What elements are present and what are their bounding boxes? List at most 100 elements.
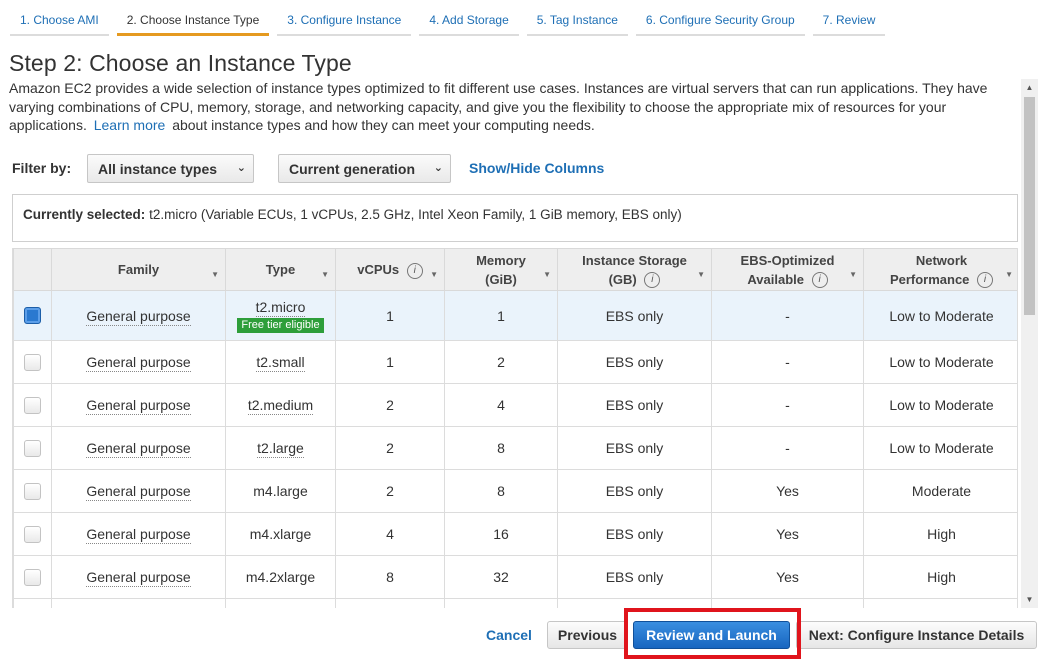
- storage-cell: EBS only: [557, 290, 712, 341]
- highlight-annotation-box: [624, 608, 801, 659]
- row-checkbox[interactable]: [24, 525, 41, 543]
- info-icon[interactable]: i: [406, 262, 423, 279]
- tab-choose-ami[interactable]: 1. Choose AMI: [10, 8, 109, 36]
- row-checkbox[interactable]: [24, 353, 41, 371]
- family-cell: General purpose: [51, 469, 226, 513]
- table-row[interactable]: General purpose t2.large 2 8 EBS only - …: [13, 426, 1017, 470]
- show-hide-columns-link[interactable]: Show/Hide Columns: [469, 160, 604, 176]
- header-ebs-label: EBS-Optimized: [740, 252, 835, 268]
- storage-cell: EBS only: [557, 469, 712, 513]
- vcpus-cell: 1: [335, 290, 445, 341]
- storage-cell: EBS only: [557, 426, 712, 470]
- table-row-partial[interactable]: [13, 598, 1017, 608]
- row-checkbox[interactable]: [24, 439, 41, 457]
- network-cell: Low to Moderate: [863, 383, 1017, 427]
- memory-cell: 32: [444, 555, 558, 599]
- ebs-cell: Yes: [711, 555, 864, 599]
- vcpus-cell: 1: [335, 340, 445, 384]
- storage-cell: EBS only: [557, 555, 712, 599]
- header-vcpus[interactable]: vCPUs i ▼: [335, 248, 445, 291]
- generation-select[interactable]: Current generation ⌄: [278, 153, 451, 183]
- tab-review[interactable]: 7. Review: [812, 8, 886, 36]
- network-cell: Moderate: [863, 469, 1017, 513]
- header-family-label: Family: [117, 262, 160, 277]
- page-description: Amazon EC2 provides a wide selection of …: [9, 79, 1019, 135]
- instance-types-select[interactable]: All instance types ⌄: [87, 153, 254, 183]
- header-instance-storage[interactable]: Instance Storage (GB) i ▼: [557, 248, 712, 291]
- row-checkbox[interactable]: [24, 482, 41, 500]
- header-memory[interactable]: Memory (GiB) ▼: [444, 248, 558, 291]
- family-cell: General purpose: [51, 340, 226, 384]
- tab-add-storage[interactable]: 4. Add Storage: [419, 8, 519, 36]
- type-value: m4.large: [253, 483, 308, 499]
- sort-caret-icon: ▼: [543, 270, 551, 279]
- cancel-link[interactable]: Cancel: [486, 627, 532, 643]
- storage-cell: EBS only: [557, 512, 712, 556]
- network-cell: Low to Moderate: [863, 290, 1017, 341]
- sort-caret-icon: ▼: [1005, 270, 1013, 279]
- family-value: General purpose: [86, 397, 191, 415]
- table-row[interactable]: General purpose t2.small 1 2 EBS only - …: [13, 340, 1017, 384]
- table-row[interactable]: General purpose t2.medium 2 4 EBS only -…: [13, 383, 1017, 427]
- scroll-up-arrow-icon[interactable]: ▲: [1021, 79, 1038, 96]
- type-cell: t2.large: [225, 426, 336, 470]
- description-text-end: about instance types and how they can me…: [172, 117, 595, 133]
- family-cell: General purpose: [51, 290, 226, 341]
- tab-choose-instance-type[interactable]: 2. Choose Instance Type: [116, 8, 270, 36]
- sort-caret-icon: ▼: [697, 270, 705, 279]
- previous-button[interactable]: Previous: [547, 621, 628, 649]
- tab-configure-security-group[interactable]: 6. Configure Security Group: [635, 8, 805, 36]
- network-cell: Low to Moderate: [863, 340, 1017, 384]
- family-value: General purpose: [86, 483, 191, 501]
- header-network-label: Network: [915, 252, 968, 268]
- type-value: m4.2xlarge: [245, 569, 316, 585]
- info-icon[interactable]: i: [644, 272, 661, 289]
- tab-configure-instance[interactable]: 3. Configure Instance: [277, 8, 412, 36]
- header-ebs-optimized[interactable]: EBS-Optimized Available i ▼: [711, 248, 864, 291]
- family-value: General purpose: [86, 354, 191, 372]
- row-select-cell: [13, 469, 52, 513]
- row-checkbox[interactable]: [24, 307, 41, 325]
- header-vcpus-label: vCPUs: [357, 262, 400, 277]
- table-row[interactable]: General purpose t2.micro Free tier eligi…: [13, 290, 1017, 341]
- free-tier-badge: Free tier eligible: [237, 317, 324, 333]
- scroll-down-arrow-icon[interactable]: ▼: [1021, 591, 1038, 608]
- table-row[interactable]: General purpose m4.xlarge 4 16 EBS only …: [13, 512, 1017, 556]
- type-cell: m4.2xlarge: [225, 555, 336, 599]
- ebs-cell: Yes: [711, 469, 864, 513]
- header-network-performance[interactable]: Network Performance i ▼: [863, 248, 1017, 291]
- type-value: m4.xlarge: [249, 526, 312, 542]
- currently-selected-label: Currently selected:: [23, 207, 146, 222]
- family-cell: General purpose: [51, 512, 226, 556]
- header-type-label: Type: [265, 262, 296, 277]
- type-value: t2.large: [257, 440, 304, 458]
- row-checkbox[interactable]: [24, 568, 41, 586]
- vertical-scrollbar[interactable]: ▲ ▼: [1021, 79, 1038, 608]
- row-select-cell: [13, 290, 52, 341]
- page-title: Step 2: Choose an Instance Type: [9, 50, 352, 76]
- learn-more-link[interactable]: Learn more: [94, 117, 166, 133]
- instance-types-select-value: All instance types: [98, 160, 218, 177]
- chevron-down-icon: ⌄: [236, 161, 246, 174]
- header-type[interactable]: Type ▼: [225, 248, 336, 291]
- currently-selected-panel: Currently selected: t2.micro (Variable E…: [12, 194, 1018, 242]
- tab-tag-instance[interactable]: 5. Tag Instance: [526, 8, 628, 36]
- table-row[interactable]: General purpose m4.2xlarge 8 32 EBS only…: [13, 555, 1017, 599]
- table-row[interactable]: General purpose m4.large 2 8 EBS only Ye…: [13, 469, 1017, 513]
- row-checkbox[interactable]: [24, 396, 41, 414]
- ebs-cell: -: [711, 383, 864, 427]
- info-icon[interactable]: i: [811, 272, 828, 289]
- scrollbar-thumb[interactable]: [1024, 97, 1035, 315]
- type-value: t2.small: [256, 354, 305, 372]
- next-configure-instance-details-button[interactable]: Next: Configure Instance Details: [796, 621, 1037, 649]
- sort-caret-icon: ▼: [430, 270, 438, 279]
- info-icon[interactable]: i: [977, 272, 994, 289]
- header-memory-label: Memory: [476, 252, 526, 268]
- chevron-down-icon: ⌄: [433, 161, 443, 174]
- row-select-cell: [13, 426, 52, 470]
- header-ebs-label-2: Available: [747, 271, 804, 287]
- header-family[interactable]: Family ▼: [51, 248, 226, 291]
- network-cell: High: [863, 555, 1017, 599]
- family-value: General purpose: [86, 440, 191, 458]
- filter-bar: Filter by: All instance types ⌄ Current …: [12, 153, 604, 183]
